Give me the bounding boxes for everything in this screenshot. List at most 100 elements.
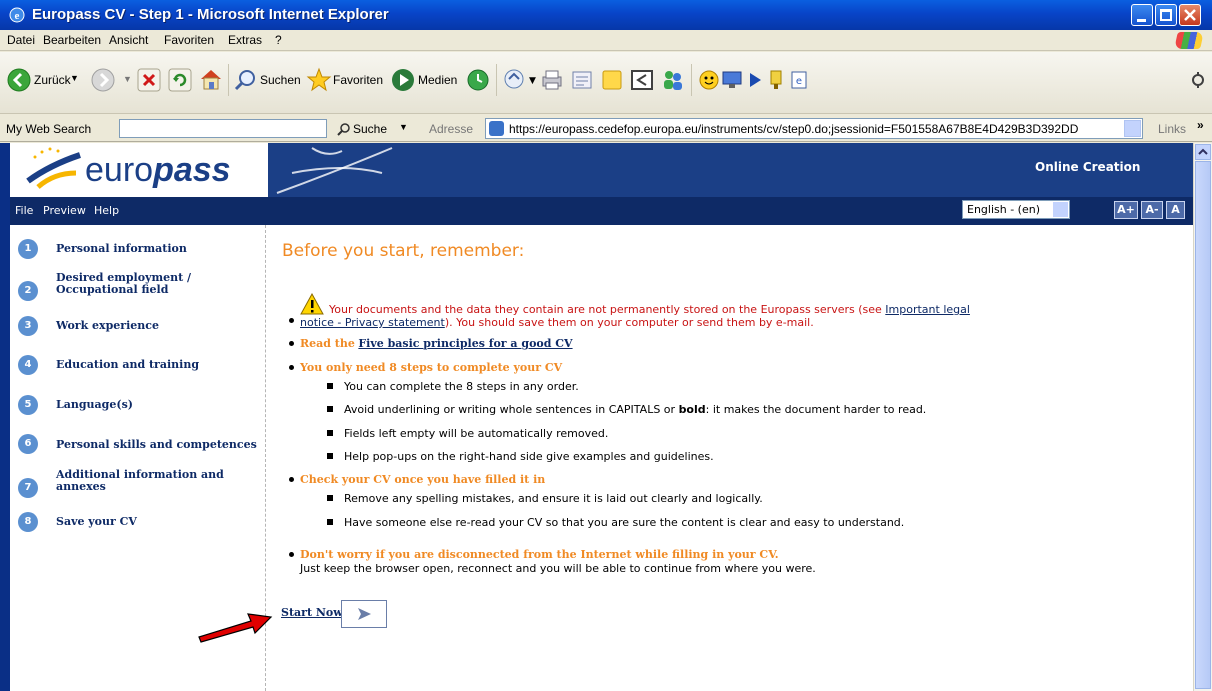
print-icon[interactable] [540,68,564,92]
back-arrow-icon [7,68,31,92]
url-dropdown-icon[interactable] [1124,120,1141,137]
header-dove-icon [276,147,393,194]
sub-item: Fields left empty will be automatically … [344,427,609,440]
marker-icon[interactable] [766,68,786,92]
europass-header: europass Online Creation [10,143,1193,197]
messenger-icon[interactable] [660,68,686,92]
media-button[interactable]: Medien [390,66,462,94]
notes-icon[interactable] [600,68,624,92]
search-icon [337,123,350,136]
list-bullet [289,365,294,370]
vertical-scrollbar[interactable] [1193,143,1212,691]
forward-dropdown-icon[interactable]: ▼ [123,74,132,84]
list-bullet [289,552,294,557]
read-principles-text: Read the Five basic principles for a goo… [300,337,573,350]
nav-help[interactable]: Help [94,204,119,217]
privacy-statement-link[interactable]: notice - Privacy statement [300,316,445,329]
edit-icon[interactable] [570,68,594,92]
menu-bearbeiten[interactable]: Bearbeiten [43,33,101,47]
svg-text:e: e [15,10,20,22]
europass-logo[interactable]: europass [10,143,268,197]
sub-item: Avoid underlining or writing whole sente… [344,403,927,416]
list-bullet [327,495,333,501]
sub-item: Remove any spelling mistakes, and ensure… [344,492,763,505]
stop-icon[interactable] [137,68,161,92]
red-arrow-icon [198,613,273,643]
scrollbar-thumb[interactable] [1195,161,1211,689]
online-creation-label: Online Creation [1035,160,1141,174]
language-select[interactable]: English - (en) [962,200,1070,219]
my-web-search-label: My Web Search [6,122,92,136]
search-button[interactable]: Suchen [234,66,304,94]
eight-steps-text: You only need 8 steps to complete your C… [300,361,563,374]
five-principles-link[interactable]: Five basic principles for a good CV [358,337,572,350]
windows-logo-icon [1174,32,1204,49]
suche-dropdown-icon[interactable]: ▼ [399,122,408,132]
svg-text:e: e [796,76,802,87]
page-title: Before you start, remember: [282,241,525,261]
scroll-up-button[interactable] [1195,144,1211,160]
url-text: https://europass.cedefop.europa.eu/instr… [509,122,1079,136]
back-button[interactable]: Zurück ▼ [6,66,79,94]
mail-icon[interactable]: ▼ [503,68,537,92]
toolbar-extension-icon[interactable] [1190,70,1206,90]
address-label: Adresse [429,122,474,136]
links-label[interactable]: Links [1158,122,1186,136]
menu-ansicht[interactable]: Ansicht [109,33,148,47]
menu-datei[interactable]: Datei [7,33,35,47]
media-icon [392,69,414,91]
history-icon[interactable] [466,68,490,92]
discuss-icon[interactable] [630,68,654,92]
url-input[interactable]: https://europass.cedefop.europa.eu/instr… [485,118,1143,139]
web-page: europass Online Creation File Preview He… [10,143,1193,691]
smiley-icon[interactable] [697,68,721,92]
font-reset-button[interactable]: A [1166,201,1185,219]
europass-nav-bar: File Preview Help English - (en) A+ A- A [10,197,1193,225]
sub-item: Help pop-ups on the right-hand side give… [344,450,714,463]
screen-icon[interactable] [720,68,744,92]
back-dropdown-icon[interactable]: ▼ [70,73,79,83]
ie-page-icon[interactable]: e [789,68,809,92]
sub-item: Have someone else re-read your CV so tha… [344,516,905,529]
list-bullet [327,406,333,412]
font-decrease-button[interactable]: A- [1141,201,1163,219]
dont-worry-text: Don't worry if you are disconnected from… [300,548,779,561]
window-title: Europass CV - Step 1 - Microsoft Interne… [32,6,389,23]
start-now-link[interactable]: Start Now [281,606,343,619]
favorites-button[interactable]: Favoriten [306,66,386,94]
europass-swoosh-icon [26,147,81,189]
close-button[interactable] [1179,4,1201,26]
close-icon [1184,9,1196,21]
chevron-right-icon[interactable]: » [1197,118,1204,132]
menu-extras[interactable]: Extras [228,33,262,47]
home-icon[interactable] [198,67,224,91]
standard-toolbar: Zurück ▼ ▼ Suchen Favoriten Medien ▼ e [0,52,1212,114]
nav-preview[interactable]: Preview [43,204,86,217]
list-bullet [289,341,294,346]
minimize-button[interactable] [1131,4,1153,26]
star-icon [306,67,332,92]
search-icon [234,70,255,91]
play-icon[interactable] [745,68,765,92]
refresh-icon[interactable] [168,68,192,92]
list-bullet [289,318,294,323]
start-now-button[interactable] [341,600,387,628]
list-bullet [327,519,333,525]
forward-arrow-icon[interactable] [90,67,116,93]
legal-notice-link[interactable]: Important legal [885,303,970,316]
suche-button[interactable]: Suche ▼ [333,119,415,138]
menu-bar: Datei Bearbeiten Ansicht Favoriten Extra… [0,30,1212,51]
warning-icon [300,293,324,315]
internet-explorer-icon: e [9,7,25,23]
warning-text: Your documents and the data they contain… [329,303,970,316]
nav-file[interactable]: File [15,204,33,217]
chevron-up-icon [1198,148,1208,155]
font-increase-button[interactable]: A+ [1114,201,1138,219]
check-cv-text: Check your CV once you have filled it in [300,473,546,486]
list-bullet [327,383,333,389]
menu-favoriten[interactable]: Favoriten [164,33,214,47]
list-bullet [289,477,294,482]
maximize-button[interactable] [1155,4,1177,26]
menu-help[interactable]: ? [275,33,282,47]
my-web-search-input[interactable] [119,119,327,138]
